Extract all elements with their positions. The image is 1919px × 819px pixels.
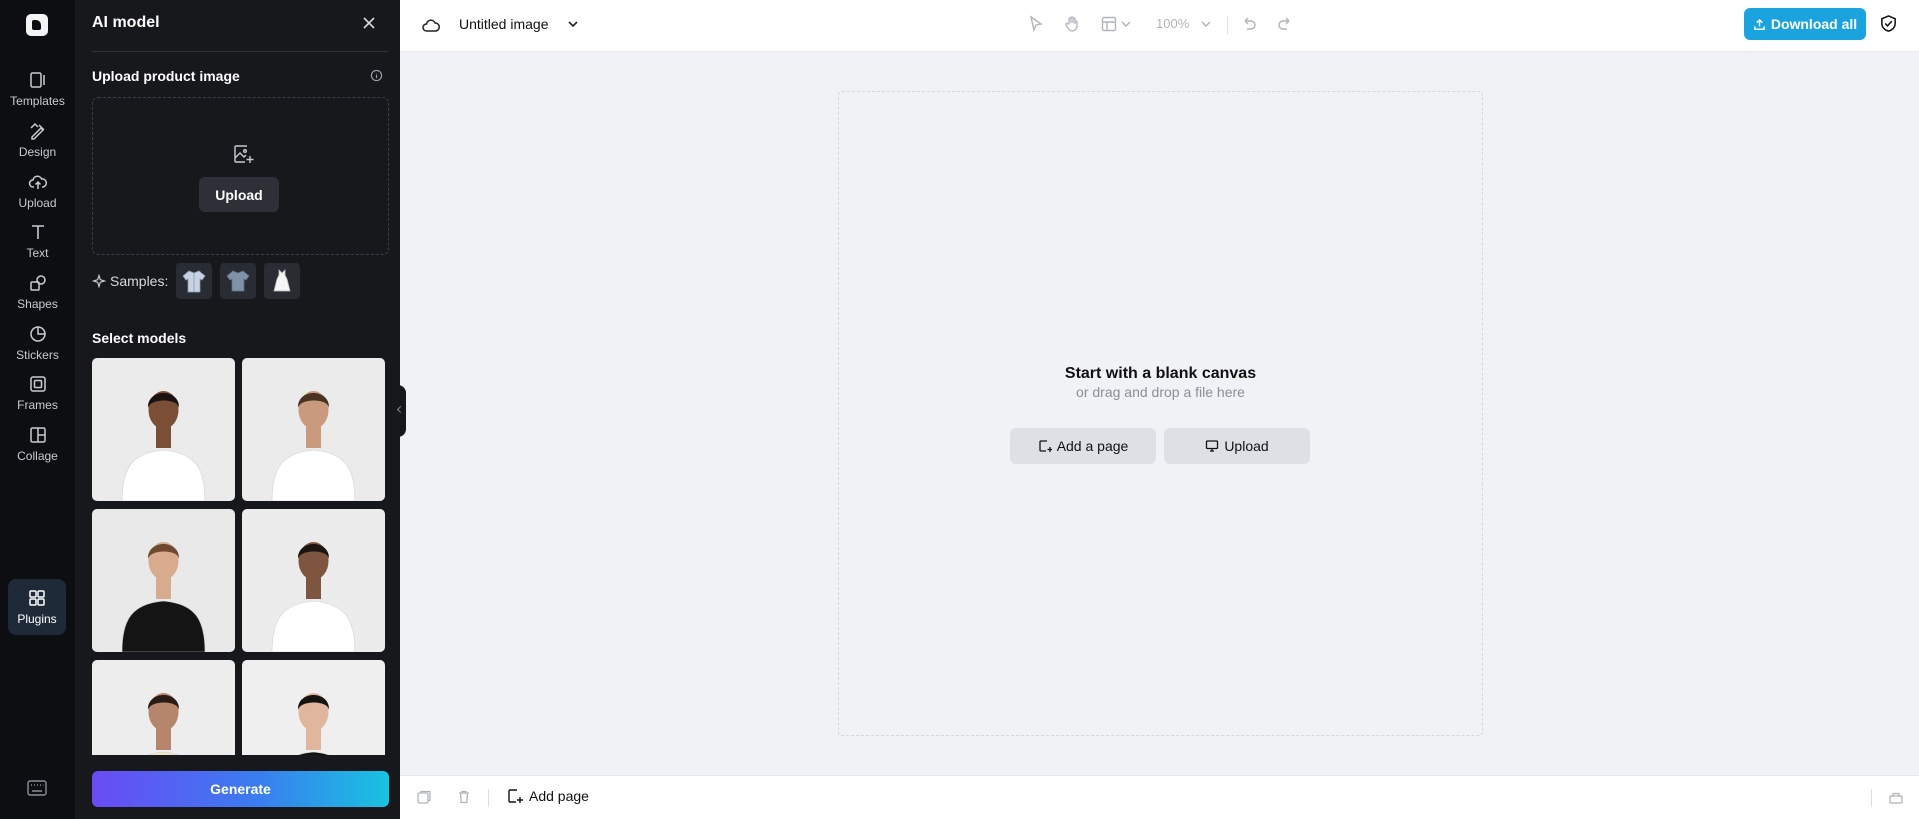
ai-model-panel: AI model Upload product image Upload Sam… (75, 0, 400, 819)
rail-item-design[interactable]: Design (0, 111, 75, 169)
collage-icon (29, 427, 46, 443)
left-rail: Templates Design Upload Text Shapes Stic… (0, 0, 75, 819)
zoom-chevron-down-icon[interactable] (1200, 15, 1212, 33)
zoom-level[interactable]: 100% (1156, 16, 1189, 31)
generate-button[interactable]: Generate (92, 771, 389, 807)
upload-section-label: Upload product image (92, 68, 240, 84)
rail-label: Design (18, 145, 57, 159)
monitor-icon (1206, 440, 1219, 452)
sample-dress[interactable] (264, 263, 301, 299)
select-pointer-icon[interactable] (1027, 15, 1045, 33)
add-image-icon (234, 145, 254, 163)
layout-chevron-down-icon[interactable] (1120, 15, 1132, 33)
samples-row: Samples: (92, 263, 301, 299)
shield-check-icon[interactable] (1879, 14, 1898, 33)
add-page-button[interactable]: Add page (507, 788, 589, 804)
model-photo (92, 358, 235, 501)
cloud-icon[interactable] (421, 15, 441, 35)
chevron-down-icon[interactable] (566, 17, 580, 31)
text-icon (31, 225, 44, 239)
upload-button[interactable]: Upload (199, 177, 279, 212)
rail-label: Upload (18, 196, 57, 210)
shirt-sample-icon (182, 270, 206, 293)
rail-item-frames[interactable]: Frames (0, 364, 75, 422)
models-section-label: Select models (92, 330, 187, 346)
sparkle-icon (92, 274, 106, 288)
add-a-page-button[interactable]: Add a page (1010, 428, 1156, 464)
model-card[interactable] (92, 358, 235, 501)
model-card[interactable] (242, 509, 385, 652)
add-page-label: Add page (529, 788, 589, 804)
upload-dropzone[interactable]: Upload (92, 97, 389, 255)
model-photo (242, 509, 385, 652)
model-card[interactable] (92, 509, 235, 652)
model-card[interactable] (242, 660, 385, 755)
rail-item-shapes[interactable]: Shapes (0, 263, 75, 321)
add-page-icon (1039, 440, 1052, 452)
trash-icon[interactable] (456, 789, 472, 805)
stickers-icon (29, 326, 46, 342)
hand-icon[interactable] (1063, 15, 1081, 33)
download-all-button[interactable]: Download all (1744, 8, 1866, 40)
rail-item-templates[interactable]: Templates (0, 60, 75, 118)
add-a-page-label: Add a page (1056, 438, 1129, 454)
pages-panel-icon[interactable] (1888, 789, 1904, 805)
model-photo (92, 509, 235, 652)
rail-label: Stickers (16, 348, 59, 362)
add-page-icon (508, 789, 523, 803)
collapse-panel-handle[interactable] (397, 385, 406, 437)
toolbar-divider (1227, 16, 1228, 34)
rail-label: Frames (17, 398, 58, 412)
model-card[interactable] (242, 358, 385, 501)
layout-icon[interactable] (1100, 15, 1118, 33)
divider (92, 51, 388, 52)
canvas-subtitle: or drag and drop a file here (1076, 384, 1245, 400)
bottom-divider (488, 789, 489, 807)
sample-tshirt[interactable] (220, 263, 257, 299)
bottom-right-divider (1871, 789, 1872, 807)
download-all-label: Download all (1770, 16, 1858, 32)
models-grid (92, 358, 389, 755)
blank-canvas-dropzone[interactable]: Start with a blank canvas or drag and dr… (838, 91, 1483, 736)
frames-icon (29, 376, 46, 392)
app-logo[interactable] (26, 14, 48, 36)
canvas-upload-button[interactable]: Upload (1164, 428, 1310, 464)
rail-label: Text (26, 246, 49, 260)
undo-icon[interactable] (1240, 15, 1258, 33)
upload-cloud-icon (28, 175, 47, 189)
document-title[interactable]: Untitled image (459, 16, 549, 32)
shapes-icon (29, 275, 46, 291)
sample-shirt[interactable] (176, 263, 213, 299)
plugins-icon (29, 590, 45, 606)
templates-icon (29, 72, 45, 88)
panel-title: AI model (92, 14, 160, 31)
duplicate-icon[interactable] (416, 789, 432, 805)
canvas-title: Start with a blank canvas (1064, 365, 1257, 382)
model-photo (242, 660, 385, 755)
design-icon (29, 122, 45, 140)
keyboard-icon[interactable] (27, 780, 47, 796)
dress-sample-icon (273, 269, 291, 292)
canvas-upload-label: Upload (1224, 438, 1269, 454)
rail-item-text[interactable]: Text (0, 212, 75, 270)
bottom-bar: Add page (400, 775, 1919, 819)
rail-label: Shapes (17, 297, 58, 311)
close-icon[interactable] (360, 14, 378, 32)
model-photo (242, 358, 385, 501)
rail-item-plugins[interactable]: Plugins (8, 579, 66, 635)
model-card[interactable] (92, 660, 235, 755)
rail-label: Collage (17, 449, 58, 463)
tshirt-sample-icon (226, 270, 250, 292)
download-icon (1753, 18, 1765, 30)
rail-item-collage[interactable]: Collage (0, 415, 75, 473)
info-icon[interactable] (370, 69, 383, 82)
redo-icon[interactable] (1276, 15, 1294, 33)
rail-label: Plugins (17, 612, 57, 626)
model-photo (92, 660, 235, 755)
top-bar: Untitled image 100% Download all (400, 0, 1919, 52)
samples-label: Samples: (110, 273, 169, 289)
rail-label: Templates (10, 94, 65, 108)
